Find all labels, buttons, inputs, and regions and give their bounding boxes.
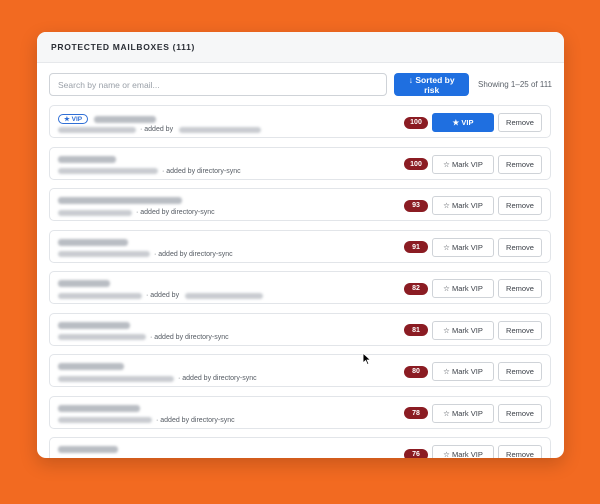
- mailbox-row: · added by directory-sync 93 ☆ Mark VIP Rem…: [49, 188, 551, 221]
- redacted-email: [58, 251, 150, 257]
- redacted-name: [58, 238, 128, 246]
- added-by-text: · added by directory-sync: [162, 167, 241, 175]
- risk-score-badge: 81: [404, 324, 428, 336]
- mailbox-row: · added by directory-sync 80 ☆ Mark VIP Rem…: [49, 354, 551, 387]
- mark-vip-button[interactable]: ☆ Mark VIP: [432, 320, 494, 340]
- mark-vip-button[interactable]: ☆ Mark VIP: [432, 403, 494, 423]
- sort-by-risk-button[interactable]: ↓ Sorted by risk: [394, 73, 470, 96]
- row-actions: 93 ☆ Mark VIP Remove: [404, 196, 542, 215]
- mailbox-row: 76 ☆ Mark VIP Remove: [49, 437, 551, 458]
- mailbox-name-line: [58, 363, 124, 370]
- added-by-text: · added by directory-sync: [156, 416, 235, 424]
- mailbox-name-line: [58, 197, 182, 204]
- mailbox-email-line: · added by directory-sync: [58, 251, 233, 258]
- toolbar: ↓ Sorted by risk Showing 1–25 of 111: [49, 73, 552, 96]
- remove-button[interactable]: Remove: [498, 320, 542, 340]
- row-actions: 100 ☆ Mark VIP Remove: [404, 154, 542, 174]
- mailbox-name-line: [58, 155, 116, 163]
- redacted-email: [58, 126, 136, 133]
- vip-badge: ★ VIP: [58, 114, 89, 124]
- redacted-email: [58, 168, 158, 174]
- redacted-name: [58, 321, 130, 329]
- risk-score-badge: 93: [404, 199, 428, 212]
- added-by-text: · added by directory-sync: [136, 209, 215, 216]
- added-by-text: · added by: [146, 292, 180, 299]
- risk-score-badge: 80: [404, 365, 428, 378]
- row-actions: 81 ☆ Mark VIP Remove: [404, 320, 542, 340]
- redacted-name: [58, 446, 118, 453]
- redacted-name: [58, 363, 124, 370]
- mouse-cursor-icon: [362, 352, 372, 366]
- card-header: PROTECTED MAILBOXES (111): [37, 32, 564, 63]
- mailbox-email-line: · added by directory-sync: [58, 375, 257, 382]
- mailbox-email-line: · added by: [58, 292, 264, 299]
- page-title: PROTECTED MAILBOXES (111): [51, 42, 196, 52]
- row-actions: 82 ☆ Mark VIP Remove: [404, 279, 542, 298]
- added-by-text: · added by directory-sync: [150, 333, 229, 341]
- redacted-email: [58, 292, 142, 299]
- protected-mailboxes-card: PROTECTED MAILBOXES (111) ↓ Sorted by ri…: [37, 32, 564, 458]
- remove-button[interactable]: Remove: [498, 279, 542, 298]
- search-input[interactable]: [49, 73, 388, 96]
- mark-vip-button[interactable]: ☆ Mark VIP: [432, 154, 494, 174]
- mailbox-row: · added by directory-sync 81 ☆ Mark VIP Rem…: [49, 312, 551, 346]
- redacted-name: [58, 404, 140, 412]
- remove-button[interactable]: Remove: [498, 445, 542, 458]
- mark-vip-button[interactable]: ☆ Mark VIP: [432, 362, 494, 381]
- mark-vip-button[interactable]: ☆ Mark VIP: [432, 237, 494, 257]
- mailbox-name-line: [58, 238, 128, 246]
- row-actions: 100 ★ VIP Remove: [404, 113, 542, 132]
- mailbox-row: ★ VIP · added by 100 ★ VIP Remove: [49, 105, 551, 138]
- remove-button[interactable]: Remove: [498, 362, 542, 381]
- mailbox-email-line: · added by directory-sync: [58, 209, 215, 216]
- mark-vip-button[interactable]: ☆ Mark VIP: [432, 196, 494, 215]
- remove-button[interactable]: Remove: [498, 403, 542, 423]
- redacted-name: [58, 197, 182, 204]
- mark-vip-button[interactable]: ☆ Mark VIP: [432, 445, 494, 458]
- remove-button[interactable]: Remove: [498, 154, 542, 174]
- risk-score-badge: 76: [404, 448, 428, 458]
- redacted-name: [58, 155, 116, 163]
- risk-score-badge: 82: [404, 282, 428, 295]
- mailbox-row: · added by 82 ☆ Mark VIP Remove: [49, 271, 551, 304]
- pagination-summary: Showing 1–25 of 111: [478, 80, 552, 89]
- mailbox-name-line: [58, 321, 130, 329]
- remove-button[interactable]: Remove: [498, 113, 542, 132]
- row-actions: 91 ☆ Mark VIP Remove: [404, 237, 542, 257]
- mark-vip-button[interactable]: ☆ Mark VIP: [432, 279, 494, 298]
- mailbox-email-line: · added by: [58, 126, 262, 133]
- mailbox-email-line: · added by directory-sync: [58, 168, 241, 175]
- redacted-name: [94, 115, 157, 123]
- row-actions: 76 ☆ Mark VIP Remove: [404, 445, 542, 458]
- risk-score-badge: 91: [404, 241, 428, 253]
- mailbox-row: · added by directory-sync 100 ☆ Mark VIP Re…: [49, 146, 551, 180]
- mailbox-name-line: [58, 446, 118, 453]
- mailbox-row: · added by directory-sync 91 ☆ Mark VIP Rem…: [49, 229, 551, 263]
- mailbox-name-line: [58, 280, 110, 287]
- vip-toggle-button[interactable]: ★ VIP: [432, 113, 494, 132]
- redacted-email: [58, 334, 146, 340]
- risk-score-badge: 100: [404, 158, 428, 170]
- mailbox-email-line: · added by directory-sync: [58, 334, 229, 341]
- redacted-email: [58, 375, 174, 382]
- added-by-text: · added by: [140, 126, 174, 133]
- redacted-email: [58, 417, 152, 423]
- remove-button[interactable]: Remove: [498, 237, 542, 257]
- redacted-email: [58, 209, 132, 216]
- row-actions: 80 ☆ Mark VIP Remove: [404, 362, 542, 381]
- mailbox-name-line: ★ VIP: [58, 114, 157, 124]
- redacted-added-by-user: [179, 126, 262, 133]
- mailbox-email-line: · added by directory-sync: [58, 417, 235, 424]
- added-by-text: · added by directory-sync: [178, 375, 257, 382]
- risk-score-badge: 78: [404, 407, 428, 419]
- added-by-text: · added by directory-sync: [154, 250, 233, 258]
- row-actions: 78 ☆ Mark VIP Remove: [404, 403, 542, 423]
- mailbox-name-line: [58, 404, 140, 412]
- mailbox-row: · added by directory-sync 78 ☆ Mark VIP Rem…: [49, 395, 551, 429]
- redacted-added-by-user: [185, 292, 264, 299]
- remove-button[interactable]: Remove: [498, 196, 542, 215]
- redacted-name: [58, 280, 110, 287]
- risk-score-badge: 100: [404, 116, 428, 129]
